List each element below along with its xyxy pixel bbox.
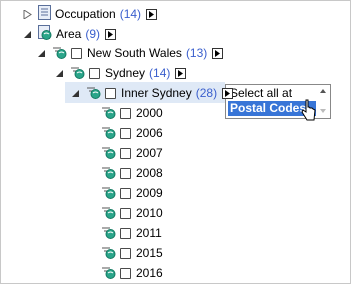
node-menu-button[interactable] xyxy=(146,8,158,20)
checkbox[interactable] xyxy=(120,227,131,239)
node-label: 2011 xyxy=(136,226,162,240)
node-count: (14) xyxy=(149,66,171,80)
expand-triangle-down-icon[interactable] xyxy=(37,49,46,58)
hierarchy-globe-icon xyxy=(101,225,116,242)
checkbox[interactable] xyxy=(120,267,131,279)
hierarchy-globe-icon xyxy=(101,265,116,282)
tree-node-year[interactable]: 2009 xyxy=(101,184,163,202)
mouse-pointer-icon xyxy=(301,98,319,125)
checkbox[interactable] xyxy=(105,87,116,99)
checkbox[interactable] xyxy=(120,207,131,219)
hierarchy-globe-icon xyxy=(101,185,116,202)
node-label: 2015 xyxy=(136,246,163,260)
tree-node-year[interactable]: 2007 xyxy=(101,144,163,162)
node-label: Sydney xyxy=(105,66,146,80)
tree-node-year[interactable]: 2011 xyxy=(101,224,162,242)
node-label: 2000 xyxy=(136,106,163,120)
expand-triangle-down-icon[interactable] xyxy=(71,89,80,98)
node-label: 2008 xyxy=(136,166,163,180)
tree-node-occupation[interactable]: Occupation (14) xyxy=(23,5,158,23)
node-menu-button[interactable] xyxy=(175,67,187,79)
tree-node-year[interactable]: 2006 xyxy=(101,124,163,142)
tree-node-inner-sydney[interactable]: Inner Sydney (28) xyxy=(64,82,234,103)
checkbox[interactable] xyxy=(120,167,131,179)
tree-node-year[interactable]: 2016 xyxy=(101,264,163,282)
tree-node-nsw[interactable]: New South Wales (13) xyxy=(37,44,224,62)
node-menu-button[interactable] xyxy=(105,28,117,40)
node-label: 2010 xyxy=(136,206,163,220)
checkbox[interactable] xyxy=(120,127,131,139)
tree-panel: Occupation (14) Area (9) New South Wales… xyxy=(0,0,351,284)
node-label: 2016 xyxy=(136,266,163,280)
tree-node-year[interactable]: 2000 xyxy=(101,104,163,122)
hierarchy-globe-icon xyxy=(101,105,116,122)
hierarchy-globe-icon xyxy=(101,245,116,262)
checkbox[interactable] xyxy=(120,107,131,119)
checkbox[interactable] xyxy=(89,67,100,79)
hierarchy-globe-icon xyxy=(70,65,85,82)
checkbox[interactable] xyxy=(120,147,131,159)
hierarchy-globe-icon xyxy=(101,165,116,182)
node-label: Area xyxy=(56,27,82,41)
tree-node-year[interactable]: 2008 xyxy=(101,164,163,182)
node-label: New South Wales xyxy=(87,46,182,60)
node-label: Occupation xyxy=(55,7,116,21)
checkbox[interactable] xyxy=(120,247,131,259)
document-list-icon xyxy=(38,5,51,23)
tree-node-area[interactable]: Area (9) xyxy=(23,25,117,43)
checkbox[interactable] xyxy=(71,47,82,59)
expand-triangle-right-icon[interactable] xyxy=(23,9,32,19)
tree-node-sydney[interactable]: Sydney (14) xyxy=(55,64,187,82)
node-label: 2009 xyxy=(136,186,163,200)
node-label: 2006 xyxy=(136,126,163,140)
tree-node-year[interactable]: 2015 xyxy=(101,244,163,262)
hierarchy-globe-icon xyxy=(101,125,116,142)
node-label: 2007 xyxy=(136,146,163,160)
node-menu-button[interactable] xyxy=(222,87,234,99)
node-count: (13) xyxy=(185,46,208,60)
expand-triangle-down-icon[interactable] xyxy=(55,69,64,78)
scroll-up-arrow-icon xyxy=(320,89,326,93)
hierarchy-globe-icon xyxy=(86,85,101,102)
document-globe-icon xyxy=(38,25,52,43)
hierarchy-globe-icon xyxy=(101,145,116,162)
node-count: (14) xyxy=(119,7,142,21)
tree-node-year[interactable]: 2010 xyxy=(101,204,163,222)
node-count: (9) xyxy=(85,27,101,41)
hierarchy-globe-icon xyxy=(52,45,67,62)
scroll-down-arrow-icon xyxy=(320,109,326,113)
node-count: (28) xyxy=(195,86,218,100)
checkbox[interactable] xyxy=(120,187,131,199)
hierarchy-globe-icon xyxy=(101,205,116,222)
node-label: Inner Sydney xyxy=(121,86,192,100)
node-menu-button[interactable] xyxy=(212,47,224,59)
expand-triangle-down-icon[interactable] xyxy=(23,30,32,39)
